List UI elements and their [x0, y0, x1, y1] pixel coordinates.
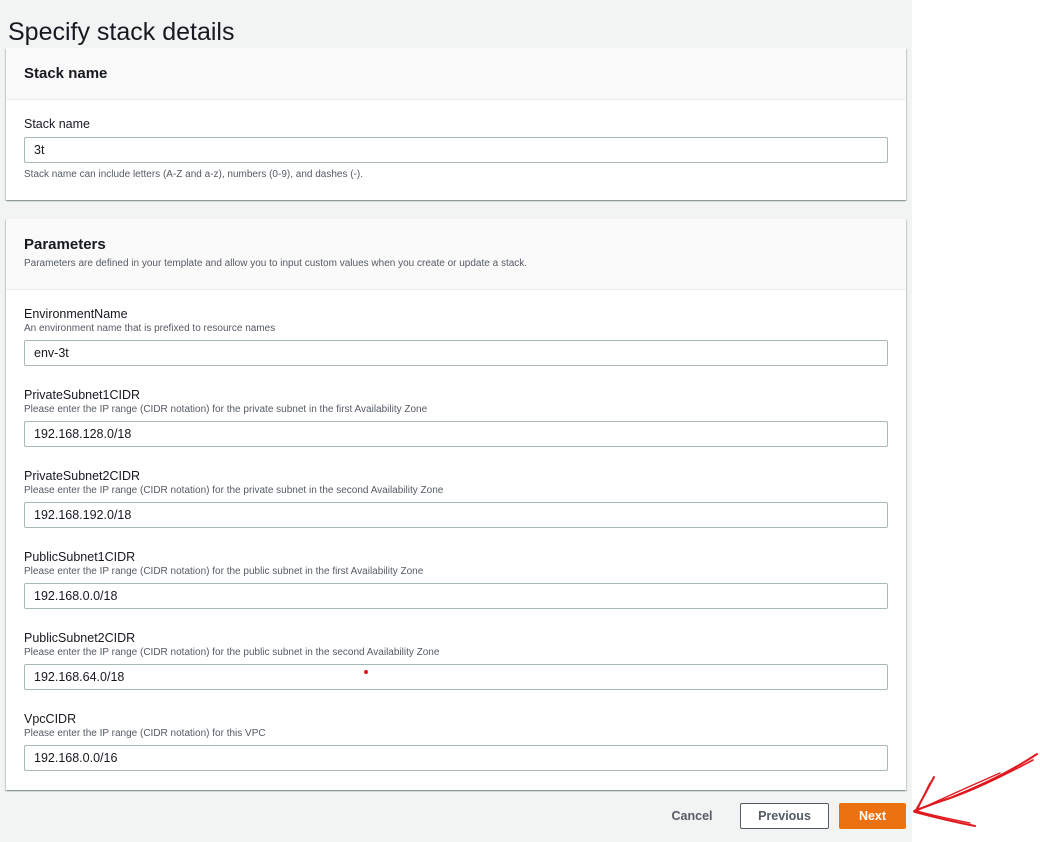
param-label: VpcCIDR	[24, 712, 77, 726]
stack-name-label-text: Stack name	[24, 117, 91, 131]
stack-name-hint: Stack name can include letters (A-Z and …	[24, 169, 364, 180]
param-description: Please enter the IP range (CIDR notation…	[24, 647, 440, 658]
arrow-shaft-stroke	[913, 753, 1038, 812]
param-label: EnvironmentName	[24, 307, 128, 321]
previous-button[interactable]: Previous	[740, 803, 829, 829]
param-vpc-cidr: VpcCIDR Please enter the IP range (CIDR …	[24, 711, 888, 740]
page-title: Specify stack details	[8, 17, 235, 46]
parameters-panel-header: Parameters Parameters are defined in you…	[6, 219, 906, 290]
param-public-subnet1-cidr: PublicSubnet1CIDR Please enter the IP ra…	[24, 549, 888, 578]
arrow-head-stroke	[913, 776, 976, 827]
private-subnet1-cidr-input[interactable]: 192.168.128.0/18	[24, 421, 888, 447]
arrow-shaft-stroke	[917, 772, 1001, 811]
param-label: PublicSubnet2CIDR	[24, 631, 136, 645]
public-subnet1-cidr-input[interactable]: 192.168.0.0/18	[24, 583, 888, 609]
private-subnet2-cidr-input[interactable]: 192.168.192.0/18	[24, 502, 888, 528]
param-description: Please enter the IP range (CIDR notation…	[24, 485, 444, 496]
param-description: Please enter the IP range (CIDR notation…	[24, 404, 428, 415]
param-label: PublicSubnet1CIDR	[24, 550, 136, 564]
arrow-shaft-stroke	[914, 759, 1034, 813]
stack-name-panel-header: Stack name	[6, 48, 906, 100]
param-label: PrivateSubnet2CIDR	[24, 469, 141, 483]
stack-name-panel: Stack name Stack name 3t Stack name can …	[6, 48, 906, 200]
param-description: Please enter the IP range (CIDR notation…	[24, 566, 424, 577]
next-button[interactable]: Next	[839, 803, 906, 829]
param-private-subnet2-cidr: PrivateSubnet2CIDR Please enter the IP r…	[24, 468, 888, 497]
parameters-description: Parameters are defined in your template …	[24, 258, 528, 269]
vpc-cidr-input[interactable]: 192.168.0.0/16	[24, 745, 888, 771]
public-subnet2-cidr-input[interactable]: 192.168.64.0/18	[24, 664, 888, 690]
param-environment-name: EnvironmentName An environment name that…	[24, 306, 888, 335]
arrow-head-stroke	[916, 782, 971, 824]
param-description: Please enter the IP range (CIDR notation…	[24, 728, 266, 739]
parameters-heading: Parameters	[24, 236, 106, 253]
environment-name-input[interactable]: env-3t	[24, 340, 888, 366]
param-private-subnet1-cidr: PrivateSubnet1CIDR Please enter the IP r…	[24, 387, 888, 416]
cancel-button[interactable]: Cancel	[660, 803, 724, 829]
parameters-panel: Parameters Parameters are defined in you…	[6, 219, 906, 790]
stack-name-input[interactable]: 3t	[24, 137, 888, 163]
stack-name-label: Stack name	[24, 116, 888, 132]
param-public-subnet2-cidr: PublicSubnet2CIDR Please enter the IP ra…	[24, 630, 888, 659]
stack-name-heading: Stack name	[24, 65, 108, 82]
param-description: An environment name that is prefixed to …	[24, 323, 276, 334]
param-label: PrivateSubnet1CIDR	[24, 388, 141, 402]
